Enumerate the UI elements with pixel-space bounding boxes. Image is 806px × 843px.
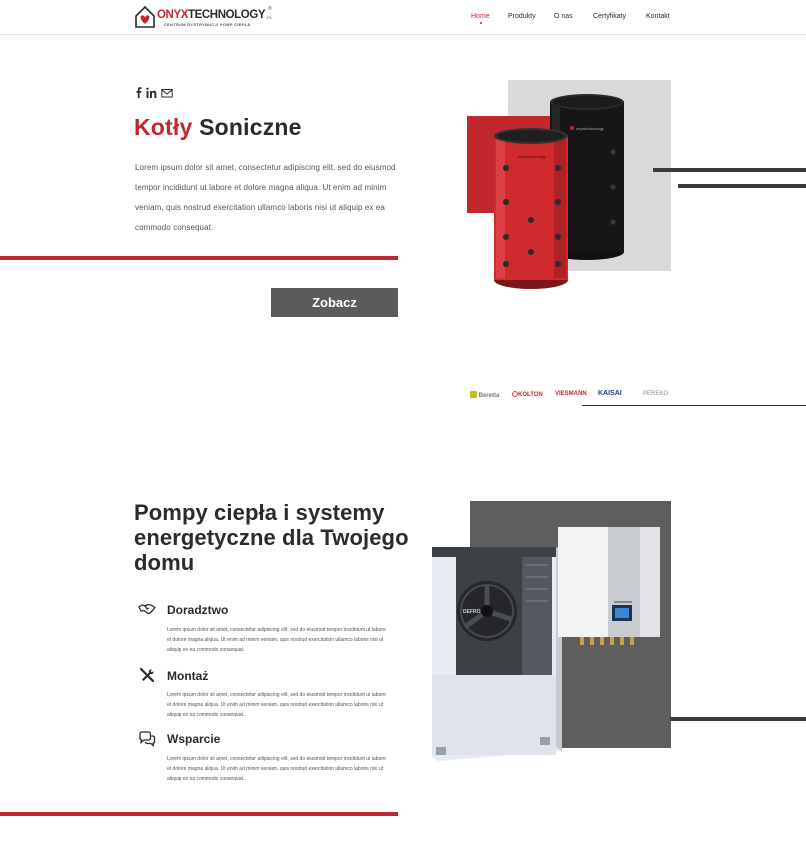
accent-divider (0, 812, 398, 816)
beretta-badge-icon (470, 391, 477, 398)
nav-kontakt[interactable]: Kontakt (646, 13, 670, 25)
hero-description: Lorem ipsum dolor sit amet, consectetur … (135, 163, 396, 232)
svg-text:onyxtechnology: onyxtechnology (576, 126, 604, 131)
decorative-bar (670, 717, 806, 721)
svg-text:onyxtechnology: onyxtechnology (518, 154, 546, 159)
logo[interactable]: ONYXTECHNOLOGY ® .PL CENTRUM DYSTRYBUCJI… (134, 5, 284, 31)
mail-icon[interactable] (161, 87, 173, 99)
feature-title-doradztwo: Doradztwo (167, 603, 229, 617)
facebook-icon[interactable] (135, 87, 143, 99)
accent-divider (0, 256, 398, 260)
logo-wordmark: ONYXTECHNOLOGY (157, 9, 266, 21)
nav-active-dot (480, 22, 482, 24)
nav-home[interactable]: Home (471, 13, 490, 25)
brand-logo-viessmann[interactable]: VIESMANN (555, 391, 587, 397)
zobacz-button[interactable]: Zobacz (271, 288, 398, 317)
nav-produkty[interactable]: Produkty (508, 13, 536, 25)
brand-logo-kaisai[interactable]: KAISAI (598, 390, 622, 397)
handshake-icon (138, 603, 156, 615)
site-header: ONYXTECHNOLOGY ® .PL CENTRUM DYSTRYBUCJI… (0, 0, 806, 35)
brand-logo-pereko[interactable]: PEREKO (643, 391, 668, 397)
section-title: Pompy ciepła i systemy energetyczne dla … (134, 500, 409, 575)
feature-text-wsparcie: Lorem ipsum dolor sit amet, consectetur … (167, 756, 386, 782)
nav-certyfikaty[interactable]: Certyfikaty (593, 13, 626, 25)
nav-o-nas[interactable]: O nas (554, 13, 573, 25)
logo-tld: .PL (266, 15, 273, 20)
feature-text-montaz: Lorem ipsum dolor sit amet, consectetur … (167, 692, 386, 718)
decorative-bar (653, 168, 806, 172)
feature-text-doradztwo: Lorem ipsum dolor sit amet, consectetur … (167, 627, 386, 653)
chat-icon (139, 731, 156, 747)
logo-registered-mark: ® (268, 6, 272, 12)
logo-tagline: CENTRUM DYSTRYBUCJI POMP CIEPŁA (164, 21, 251, 27)
brand-logo-kolton[interactable]: KOLTON (512, 391, 543, 398)
house-heart-icon (135, 5, 155, 28)
linkedin-icon[interactable] (146, 87, 157, 99)
boiler-tanks-image: onyxtechnology onyxtechnology (494, 94, 624, 289)
svg-text:DEFRO: DEFRO (463, 609, 481, 615)
heat-pump-image: DEFRO (432, 527, 660, 761)
feature-title-montaz: Montaż (167, 669, 209, 683)
decorative-bar (678, 184, 806, 188)
brand-logos-strip: Beretta KOLTON VIESMANN KAISAI PEREKO (468, 390, 806, 406)
tools-icon (139, 667, 155, 683)
brand-strip-underline (582, 405, 806, 406)
hero-title: Kotły Soniczne (134, 114, 302, 140)
brand-logo-beretta[interactable]: Beretta (470, 391, 499, 399)
feature-title-wsparcie: Wsparcie (167, 732, 221, 746)
